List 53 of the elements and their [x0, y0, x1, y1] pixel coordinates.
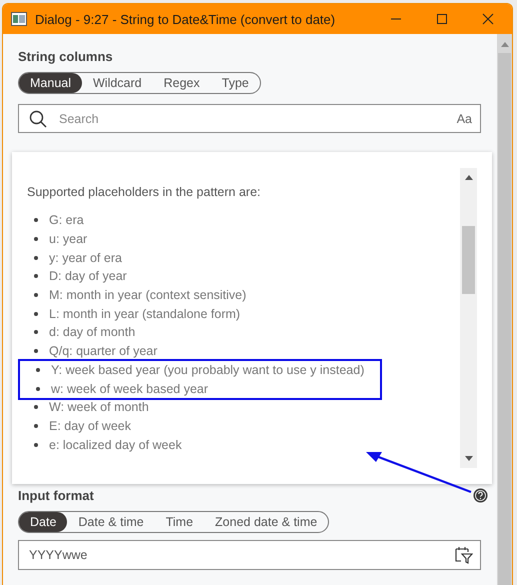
format-field[interactable]: YYYYwwe	[18, 540, 481, 570]
search-icon	[29, 110, 47, 128]
placeholder-item: D: day of year	[49, 269, 127, 284]
bullet-icon	[34, 237, 38, 242]
placeholder-item: Y: week based year (you probably want to use y instead)	[51, 362, 364, 377]
bullet-icon	[34, 349, 38, 354]
bullet-icon	[36, 386, 40, 391]
app-icon	[11, 12, 27, 26]
placeholder-item: W: week of month	[49, 400, 149, 414]
bullet-icon	[34, 312, 38, 316]
scroll-thumb[interactable]	[462, 226, 475, 294]
bullet-icon	[34, 330, 38, 334]
format-tab[interactable]: Date & time	[67, 512, 155, 532]
scroll-up-icon[interactable]	[464, 175, 472, 180]
bullet-icon	[36, 368, 40, 372]
placeholder-item: M: month in year (context sensitive)	[49, 288, 246, 302]
maximize-icon[interactable]	[436, 13, 448, 25]
bullet-icon	[34, 424, 38, 428]
mode-tab[interactable]: Manual	[19, 73, 82, 93]
close-icon[interactable]	[482, 13, 494, 25]
format-tab[interactable]: Date	[19, 512, 68, 532]
calendar-filter-icon[interactable]	[455, 546, 473, 564]
bullet-icon	[34, 218, 38, 222]
placeholder-item: u: year	[49, 232, 88, 246]
bullet-icon	[34, 274, 38, 278]
help-icon[interactable]	[473, 488, 488, 503]
placeholder-item: w: week of week based year	[51, 382, 208, 396]
window-scrollbar[interactable]	[497, 34, 512, 585]
bullet-icon	[34, 442, 38, 447]
popup-intro: Supported placeholders in the pattern are:	[27, 185, 262, 199]
section-heading: Input format	[18, 488, 94, 503]
search-field[interactable]: Search Aa	[18, 104, 481, 133]
mode-tab[interactable]: Type	[210, 73, 260, 93]
placeholder-item: Q/q: quarter of year	[49, 344, 158, 358]
window-title: Dialog - 9:27 - String to Date&Time (convert to date)	[35, 12, 336, 26]
format-tab[interactable]: Time	[154, 512, 204, 532]
placeholder-item: L: month in year (standalone form)	[49, 306, 240, 321]
mode-tab[interactable]: Wildcard	[82, 73, 153, 93]
mode-tab[interactable]: Regex	[152, 73, 211, 93]
scroll-down-icon[interactable]	[464, 456, 472, 461]
placeholder-item: d: day of month	[49, 325, 136, 340]
placeholder-item: G: era	[49, 213, 84, 228]
case-toggle[interactable]: Aa	[456, 112, 472, 126]
placeholder-item: y: year of era	[49, 250, 122, 265]
bullet-icon	[34, 256, 38, 260]
section-heading: String columns	[18, 49, 114, 64]
bullet-icon	[34, 405, 38, 410]
placeholder-item: e: localized day of week	[49, 438, 182, 452]
bullet-icon	[34, 293, 38, 298]
popup-scrollbar[interactable]	[460, 168, 477, 468]
format-tab[interactable]: Zoned date & time	[204, 512, 328, 532]
scroll-thumb[interactable]	[498, 53, 511, 585]
placeholder-item: E: day of week	[49, 418, 131, 433]
